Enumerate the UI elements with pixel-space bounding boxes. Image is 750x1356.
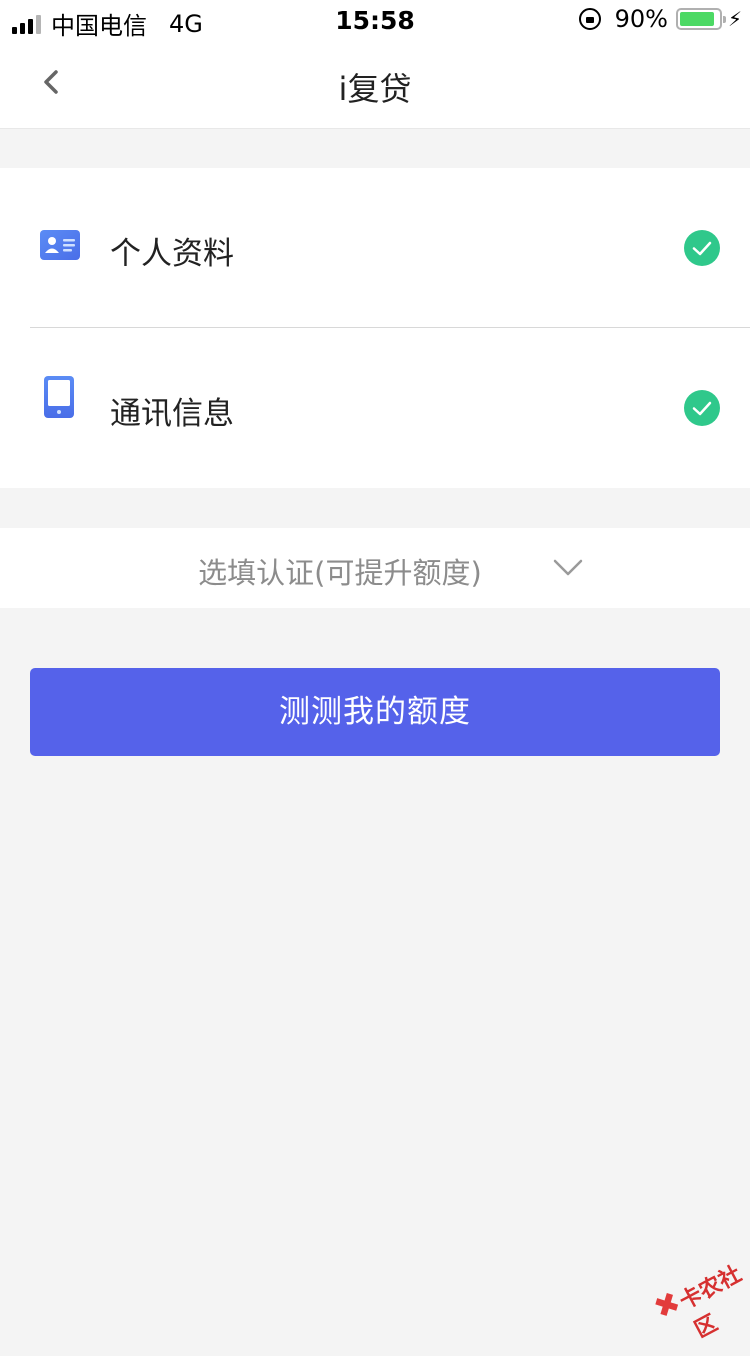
chevron-down-icon (553, 559, 583, 576)
watermark-text: 卡农社区 (675, 1261, 746, 1344)
check-circle-icon (684, 230, 720, 266)
check-circle-icon (684, 390, 720, 426)
phone-icon (44, 376, 74, 418)
optional-verification-toggle[interactable]: 选填认证(可提升额度) (0, 528, 750, 608)
list-item-label: 个人资料 (110, 236, 234, 272)
status-bar: 中国电信 4G 15:58 90% ⚡ (0, 0, 750, 40)
nav-bar: i复贷 (0, 40, 750, 129)
verification-list: 个人资料 通讯信息 (0, 168, 750, 488)
status-right: 90% ⚡ (578, 5, 742, 33)
list-item-label: 通讯信息 (110, 396, 234, 432)
battery-percent: 90% (614, 5, 668, 33)
charging-icon: ⚡ (727, 7, 742, 31)
optional-verification-label: 选填认证(可提升额度) (198, 556, 482, 590)
list-item-personal-info[interactable]: 个人资料 (0, 168, 750, 328)
id-card-icon (40, 230, 80, 260)
watermark-logo: ✖ 卡农社区 (641, 1239, 750, 1343)
orientation-lock-icon (578, 8, 601, 30)
battery-icon (675, 8, 726, 30)
list-item-contact-info[interactable]: 通讯信息 (0, 328, 750, 488)
check-credit-limit-button[interactable]: 测测我的额度 (30, 668, 720, 756)
page-title: i复贷 (338, 70, 412, 108)
